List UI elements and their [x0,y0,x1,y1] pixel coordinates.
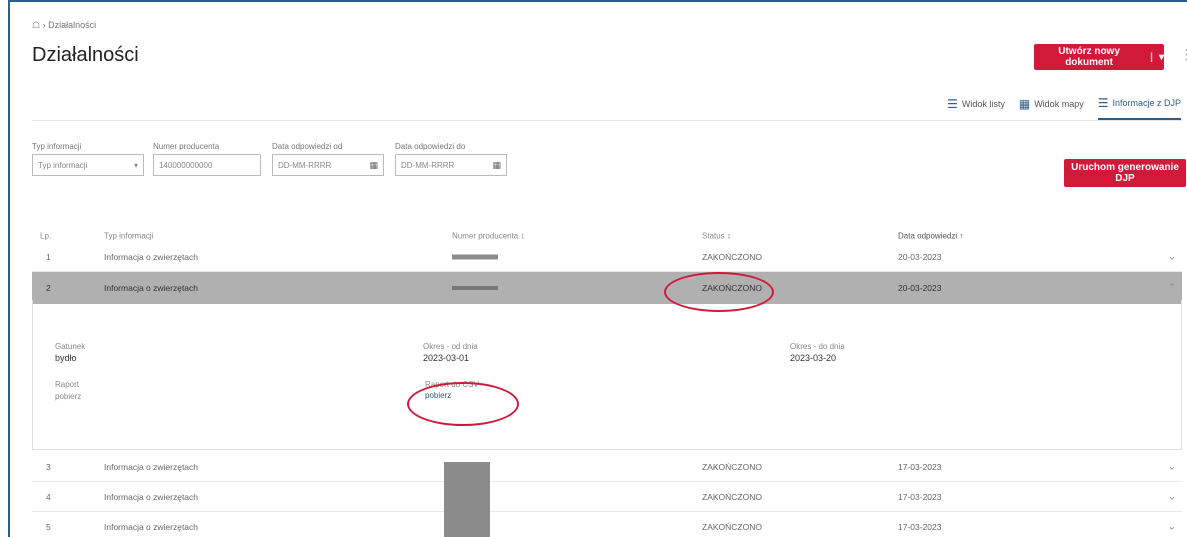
filter-date-from: Data odpowiedzi od DD-MM-RRRR ▦ [272,142,384,176]
tab-map-view[interactable]: ▦ Widok mapy [1019,96,1084,120]
report-download-link[interactable]: pobierz [55,392,81,401]
tab-label: Widok mapy [1034,99,1084,109]
chevron-down-icon[interactable]: ⌄ [1168,252,1176,263]
col-date[interactable]: Data odpowiedzi ↑ [898,232,963,241]
generate-djp-button[interactable]: Uruchom generowanie DJP [1064,159,1186,187]
report-label: Raport [55,380,80,389]
col-status[interactable]: Status ↕ [702,232,731,241]
row-status: ZAKOŃCZONO [702,492,762,502]
chevron-down-icon: ▾ [133,160,138,170]
redacted-producer [452,286,498,290]
to-value: 2023-03-20 [790,353,837,363]
row-type: Informacja o zwierzętach [104,252,199,262]
date-from-placeholder: DD-MM-RRRR [278,160,332,170]
highlight-circle [407,382,519,426]
detail-from: Okres - od dnia 2023-03-01 [423,342,478,363]
tab-label: Informacje z DJP [1112,98,1181,108]
chevron-down-icon[interactable]: ⌄ [1168,492,1176,503]
tab-list-view[interactable]: ☰ Widok listy [947,96,1005,120]
detail-report: Raport pobierz [55,380,81,401]
info-list-icon: ☰ [1097,96,1109,110]
list-icon: ☰ [947,97,958,111]
calendar-icon[interactable]: ▦ [492,160,501,171]
row-status: ZAKOŃCZONO [702,522,762,532]
chevron-down-icon[interactable]: ▾ [1159,52,1164,63]
filter-producer: Numer producenta 140000000000 [153,142,261,176]
row-type: Informacja o zwierzętach [104,283,199,293]
filter-producer-label: Numer producenta [153,142,220,151]
button-separator: | [1150,51,1153,63]
filter-date-from-label: Data odpowiedzi od [272,142,343,151]
row-date: 20-03-2023 [898,252,942,262]
row-lp: 3 [46,462,51,472]
page-title: Działalności [32,44,139,66]
from-label: Okres - od dnia [423,342,478,351]
table-row[interactable]: 3 Informacja o zwierzętach ZAKOŃCZONO 17… [32,452,1182,482]
row-lp: 5 [46,522,51,532]
chevron-down-icon[interactable]: ⌄ [1168,462,1176,473]
row-date: 17-03-2023 [898,462,942,472]
view-tabs: ☰ Widok listy ▦ Widok mapy ☰ Informacje … [947,96,1181,120]
type-select-placeholder: Typ informacji [38,160,88,170]
breadcrumb[interactable]: ☖ › Działalności [32,20,96,31]
divider [32,120,1182,121]
row-type: Informacja o zwierzętach [104,462,199,472]
to-label: Okres - do dnia [790,342,845,351]
date-to-input[interactable]: DD-MM-RRRR ▦ [395,154,507,176]
new-document-button[interactable]: Utwórz nowy dokument | ▾ [1034,44,1164,70]
producer-input[interactable]: 140000000000 [153,154,261,176]
row-status: ZAKOŃCZONO [702,462,762,472]
producer-input-value: 140000000000 [159,160,213,170]
more-options-icon[interactable]: ⋮ [1180,46,1187,63]
row-type: Informacja o zwierzętach [104,522,199,532]
date-to-placeholder: DD-MM-RRRR [401,160,455,170]
row-date: 17-03-2023 [898,522,942,532]
row-date: 17-03-2023 [898,492,942,502]
app-frame: ☖ › Działalności Działalności Utwórz now… [8,0,1187,537]
filter-date-to: Data odpowiedzi do DD-MM-RRRR ▦ [395,142,507,176]
redacted-producer [444,462,490,537]
species-label: Gatunek [55,342,86,351]
row-lp: 4 [46,492,51,502]
row-date: 20-03-2023 [898,283,942,293]
redacted-producer [452,254,498,260]
detail-to: Okres - do dnia 2023-03-20 [790,342,845,363]
type-select[interactable]: Typ informacji ▾ [32,154,144,176]
chevron-down-icon[interactable]: ⌄ [1168,522,1176,533]
row-status: ZAKOŃCZONO [702,252,762,262]
row-type: Informacja o zwierzętach [104,492,199,502]
species-value: bydło [55,353,77,363]
filter-type: Typ informacji Typ informacji ▾ [32,142,144,176]
col-producer[interactable]: Numer producenta ↕ [452,232,524,241]
detail-species: Gatunek bydło [55,342,85,363]
row-detail-panel: Gatunek bydło Okres - od dnia 2023-03-01… [32,300,1182,450]
new-document-label: Utwórz nowy dokument [1058,46,1120,68]
map-icon: ▦ [1018,97,1031,111]
chevron-up-icon[interactable]: ⌃ [1168,283,1176,294]
table-row[interactable]: 5 Informacja o zwierzętach ZAKOŃCZONO 17… [32,512,1182,537]
tab-label: Widok listy [961,99,1005,109]
col-type: Typ informacji [104,231,154,241]
filter-date-to-label: Data odpowiedzi do [395,142,466,151]
col-lp: Lp. [40,231,52,241]
table-row[interactable]: 4 Informacja o zwierzętach ZAKOŃCZONO 17… [32,482,1182,512]
row-lp: 2 [46,283,51,293]
calendar-icon[interactable]: ▦ [369,160,378,171]
date-from-input[interactable]: DD-MM-RRRR ▦ [272,154,384,176]
from-value: 2023-03-01 [423,353,470,363]
tab-djp-info[interactable]: ☰ Informacje z DJP [1097,96,1181,120]
table-row[interactable]: 1 Informacja o zwierzętach ZAKOŃCZONO 20… [32,242,1182,272]
row-lp: 1 [46,252,51,262]
filter-type-label: Typ informacji [32,142,82,151]
